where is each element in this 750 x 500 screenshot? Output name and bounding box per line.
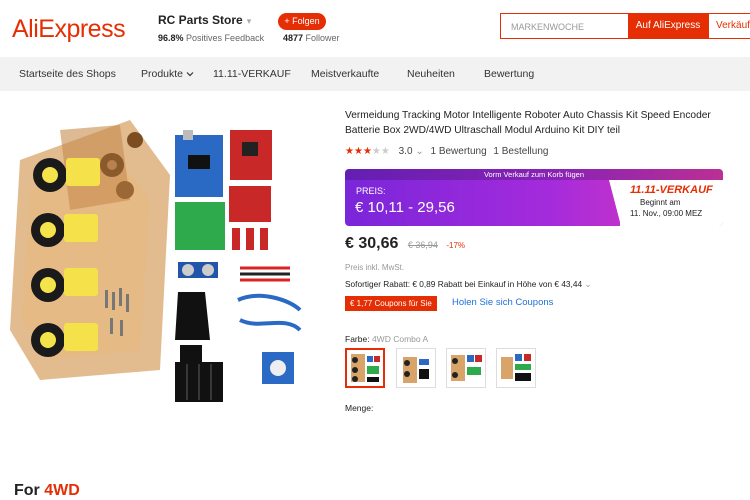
follower-count: 4877 Follower	[283, 33, 340, 43]
store-feedback: 96.8% Positives Feedback	[158, 33, 264, 43]
feedback-label: Positives Feedback	[186, 33, 265, 43]
price-row: € 30,66 € 36,94 -17%	[345, 235, 465, 253]
order-count: 1 Bestellung	[493, 146, 549, 157]
swatch-thumbnail	[351, 354, 380, 382]
original-price: € 36,94	[407, 240, 438, 250]
chevron-down-icon[interactable]: ⌄	[415, 146, 423, 157]
star-icon: ★	[353, 146, 363, 157]
store-name[interactable]: RC Parts Store ▾	[158, 13, 251, 27]
search-aliexpress-button[interactable]: Auf AliExpress	[628, 13, 708, 39]
nav-item-reviews[interactable]: Bewertung	[484, 68, 534, 80]
color-label-text: Farbe:	[345, 334, 370, 344]
color-swatch[interactable]	[446, 348, 486, 388]
product-image[interactable]: For 4WD	[0, 100, 335, 499]
color-label: Farbe: 4WD Combo A	[345, 334, 428, 344]
star-rating: ★★★★★	[345, 146, 393, 157]
top-bar: AliExpress RC Parts Store ▾ 96.8% Positiv…	[0, 0, 750, 57]
nav-item-sale[interactable]: 11.11-VERKAUF	[213, 68, 291, 80]
promo-price: € 10,11 - 29,56	[355, 199, 455, 216]
chevron-down-icon[interactable]	[186, 70, 194, 78]
store-name-text[interactable]: RC Parts Store	[158, 13, 243, 27]
nav-item-new[interactable]: Neuheiten	[407, 68, 455, 80]
tax-note: Preis inkl. MwSt.	[345, 263, 405, 272]
color-swatch-selected[interactable]	[345, 348, 385, 388]
variant-overlay-label: For 4WD	[14, 482, 80, 500]
star-empty-icon: ★	[371, 146, 381, 157]
follower-label: Follower	[305, 33, 340, 43]
variant-overlay-highlight: 4WD	[44, 482, 80, 499]
promo-price-label: PREIS:	[356, 186, 386, 196]
sale-start-label: Beginnt am	[640, 198, 681, 207]
swatch-thumbnail	[451, 355, 482, 381]
follow-button[interactable]: + Folgen	[278, 13, 326, 30]
coupon-tag[interactable]: € 1,77 Coupons für Sie	[345, 296, 437, 311]
product-title: Vermeidung Tracking Motor Intelligente R…	[345, 110, 711, 136]
nav-item-home[interactable]: Startseite des Shops	[19, 68, 116, 80]
chevron-down-icon[interactable]: ▾	[247, 16, 252, 26]
instant-discount-text[interactable]: Sofortiger Rabatt: € 0,89 Rabatt bei Ein…	[345, 279, 582, 289]
rating-row[interactable]: ★★★★★ 3.0 ⌄ 1 Bewertung 1 Bestellung	[345, 146, 548, 157]
promo-top-text: Vorm Verkauf zum Korb fügen	[345, 169, 723, 180]
instant-discount[interactable]: Sofortiger Rabatt: € 0,89 Rabatt bei Ein…	[345, 279, 591, 289]
aliexpress-logo[interactable]: AliExpress	[12, 15, 126, 44]
swatch-thumbnail	[501, 354, 531, 381]
sale-start-date: 11. Nov., 09:00 MEZ	[630, 209, 703, 218]
nav-item-products-label[interactable]: Produkte	[141, 68, 183, 80]
chevron-down-icon[interactable]: ⌄	[584, 279, 591, 289]
product-photo	[10, 120, 302, 402]
store-nav: Startseite des Shops Produkte 11.11-VERK…	[0, 57, 750, 91]
color-swatch[interactable]	[496, 348, 536, 388]
selected-color-value: 4WD Combo A	[371, 334, 429, 344]
variant-overlay-prefix: For	[14, 482, 40, 499]
quantity-label: Menge:	[345, 403, 374, 413]
color-swatch[interactable]	[396, 348, 436, 388]
star-icon: ★	[362, 146, 372, 157]
feedback-value: 96.8%	[158, 33, 184, 43]
follower-number: 4877	[283, 33, 304, 43]
search-input[interactable]: MARKENWOCHE	[500, 13, 628, 39]
nav-item-products[interactable]: Produkte	[141, 68, 194, 80]
rating-value: 3.0	[398, 146, 413, 157]
get-coupons-link[interactable]: Holen Sie sich Coupons	[452, 297, 553, 308]
sale-countdown-badge: 11.11-VERKAUF Beginnt am 11. Nov., 09:00…	[620, 180, 723, 226]
swatch-thumbnail	[403, 357, 429, 383]
star-icon: ★	[345, 146, 354, 157]
current-price: € 30,66	[345, 235, 399, 252]
sale-badge-title: 11.11-VERKAUF	[630, 184, 713, 196]
discount-badge: -17%	[446, 241, 466, 250]
star-empty-icon: ★	[380, 146, 390, 157]
sale-promo-banner: Vorm Verkauf zum Korb fügen PREIS: € 10,…	[345, 169, 723, 226]
review-count[interactable]: 1 Bewertung	[430, 146, 486, 157]
search-store-button[interactable]: Verkäufer	[708, 13, 750, 39]
nav-item-bestsellers[interactable]: Meistverkaufte	[311, 68, 379, 80]
